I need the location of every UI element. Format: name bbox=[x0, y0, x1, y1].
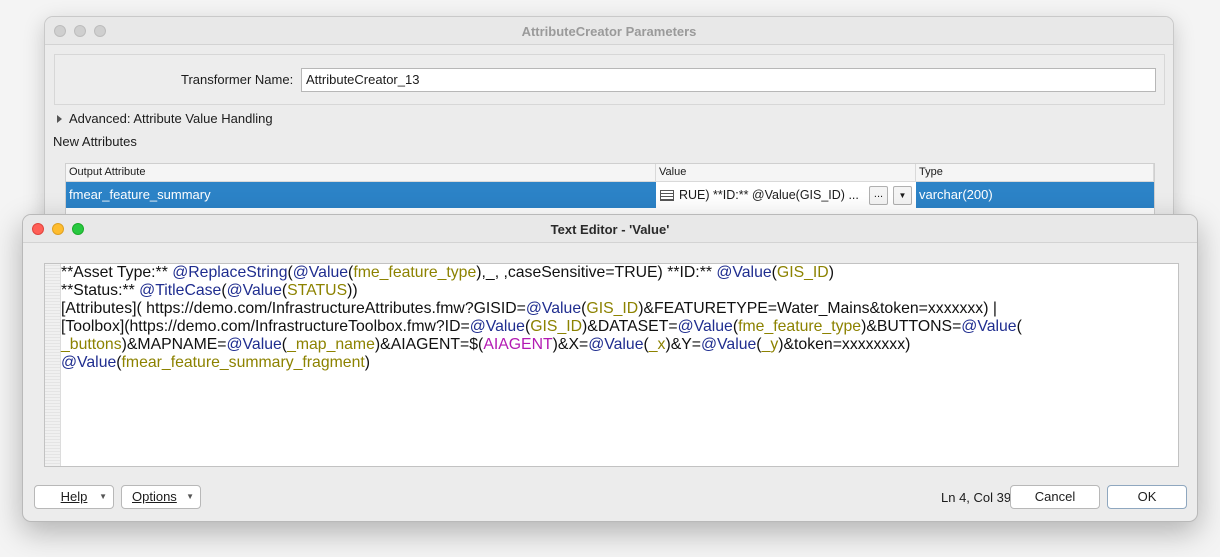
chevron-down-icon: ▼ bbox=[186, 492, 194, 501]
text-token: )&DATASET= bbox=[582, 318, 678, 335]
text-token: )&token=xxxxxxxx) bbox=[778, 336, 911, 353]
text-token: ( bbox=[1016, 318, 1022, 335]
value-dropdown-button[interactable]: ▼ bbox=[893, 185, 912, 205]
attribute-token: fme_feature_type bbox=[738, 318, 862, 335]
transformer-name-group: Transformer Name: AttributeCreator_13 bbox=[54, 54, 1165, 105]
code-line[interactable]: @Value(fmear_feature_summary_fragment) bbox=[61, 354, 1174, 372]
new-attributes-label: New Attributes bbox=[53, 134, 137, 149]
table-row[interactable]: fmear_feature_summary RUE) **ID:** @Valu… bbox=[66, 182, 1154, 208]
disclosure-triangle-icon bbox=[57, 114, 62, 123]
window-title: AttributeCreator Parameters bbox=[521, 24, 697, 39]
function-token: @Value bbox=[226, 282, 282, 299]
editor-title: Text Editor - 'Value' bbox=[550, 222, 670, 237]
header-output-attribute[interactable]: Output Attribute bbox=[66, 164, 656, 181]
function-token: @Value bbox=[61, 354, 117, 371]
function-token: @Value bbox=[469, 318, 525, 335]
editor-gutter bbox=[45, 264, 61, 466]
text-token: ),_, ,caseSensitive=TRUE) **ID:** bbox=[476, 264, 717, 281]
text-token: )&AIAGENT=$( bbox=[374, 336, 484, 353]
attribute-token: GIS_ID bbox=[530, 318, 583, 335]
attributecreator-parameters-window: AttributeCreator Parameters Transformer … bbox=[44, 16, 1174, 246]
table-header: Output Attribute Value Type bbox=[66, 164, 1154, 182]
attribute-token: fme_feature_type bbox=[353, 264, 477, 281]
attribute-token: STATUS bbox=[287, 282, 348, 299]
output-attribute-cell[interactable]: fmear_feature_summary bbox=[66, 182, 656, 208]
function-token: @Value bbox=[226, 336, 282, 353]
help-button[interactable]: Help ▼ bbox=[34, 485, 114, 509]
transformer-name-input[interactable]: AttributeCreator_13 bbox=[301, 68, 1156, 92]
editor-footer: Help ▼ Options ▼ Ln 4, Col 39 Cancel OK bbox=[23, 471, 1197, 521]
advanced-label: Advanced: Attribute Value Handling bbox=[69, 111, 273, 126]
attribute-token: GIS_ID bbox=[586, 300, 639, 317]
parameter-token: AIAGENT bbox=[483, 336, 553, 353]
code-line[interactable]: _buttons)&MAPNAME=@Value(_map_name)&AIAG… bbox=[61, 336, 1174, 354]
transformer-name-label: Transformer Name: bbox=[181, 72, 294, 87]
attribute-token: _map_name bbox=[287, 336, 375, 353]
attribute-token: _buttons bbox=[61, 336, 122, 353]
chevron-down-icon: ▼ bbox=[99, 492, 107, 501]
value-cell[interactable]: RUE) **ID:** @Value(GIS_ID) ... ... ▼ bbox=[656, 182, 916, 208]
advanced-section-toggle[interactable]: Advanced: Attribute Value Handling bbox=[57, 111, 273, 126]
code-editor[interactable]: **Asset Type:** @ReplaceString ( @Value(fm… bbox=[44, 263, 1179, 467]
function-token: @Value bbox=[701, 336, 757, 353]
attribute-token: GIS_ID bbox=[776, 264, 829, 281]
text-token: [Attributes]( https://demo.com/Infrastru… bbox=[61, 300, 526, 317]
code-line[interactable]: [Attributes]( https://demo.com/Infrastru… bbox=[61, 300, 1174, 318]
text-token: )) bbox=[347, 282, 358, 299]
text-token: **Asset Type:** bbox=[61, 264, 173, 281]
text-token: )&X= bbox=[552, 336, 589, 353]
function-token: @ReplaceString bbox=[172, 264, 288, 281]
code-line[interactable]: [Toolbox](https://demo.com/Infrastructur… bbox=[61, 318, 1174, 336]
function-token: @Value bbox=[525, 300, 582, 317]
code-text[interactable]: **Asset Type:** @ReplaceString ( @Value(fm… bbox=[61, 264, 1174, 372]
function-token: @Value bbox=[677, 318, 733, 335]
header-value[interactable]: Value bbox=[656, 164, 916, 181]
function-token: @TitleCase bbox=[139, 282, 222, 299]
cancel-button[interactable]: Cancel bbox=[1010, 485, 1100, 509]
value-cell-text: RUE) **ID:** @Value(GIS_ID) ... bbox=[679, 188, 859, 202]
function-token: @Value bbox=[716, 264, 772, 281]
code-line[interactable]: **Asset Type:** @ReplaceString(@Value(fm… bbox=[61, 264, 1174, 282]
function-token: @Value bbox=[588, 336, 644, 353]
text-token: )&Y= bbox=[665, 336, 702, 353]
attribute-token: _x bbox=[648, 336, 666, 353]
text-token: **Status:** bbox=[61, 282, 140, 299]
ellipsis-button[interactable]: ... bbox=[869, 185, 888, 205]
help-button-label: Help bbox=[60, 489, 88, 504]
text-editor-window: Text Editor - 'Value' **Asset Type:** @R… bbox=[22, 214, 1198, 522]
function-token: @Value bbox=[292, 264, 349, 281]
options-button-label: Options bbox=[132, 489, 177, 504]
ok-button[interactable]: OK bbox=[1107, 485, 1187, 509]
text-token: [Toolbox](https://demo.com/Infrastructur… bbox=[61, 318, 470, 335]
text-editor-icon[interactable] bbox=[660, 189, 674, 201]
editor-titlebar: Text Editor - 'Value' bbox=[23, 215, 1197, 243]
function-token: @Value bbox=[961, 318, 1017, 335]
attribute-token: fmear_feature_summary_fragment bbox=[121, 354, 365, 371]
header-type[interactable]: Type bbox=[916, 164, 1154, 181]
type-cell[interactable]: varchar(200) bbox=[916, 182, 1154, 208]
text-token: )&MAPNAME= bbox=[121, 336, 227, 353]
code-line[interactable]: **Status:** @TitleCase(@Value(STATUS)) bbox=[61, 282, 1174, 300]
options-button[interactable]: Options ▼ bbox=[121, 485, 201, 509]
cursor-position: Ln 4, Col 39 bbox=[941, 490, 1012, 505]
text-token: ) bbox=[364, 354, 371, 371]
text-token: ) bbox=[828, 264, 834, 281]
titlebar: AttributeCreator Parameters bbox=[45, 17, 1173, 45]
attribute-token: _y bbox=[761, 336, 779, 353]
text-token: )&FEATURETYPE=Water_Mains&token=xxxxxxx)… bbox=[638, 300, 997, 317]
text-token: )&BUTTONS= bbox=[861, 318, 962, 335]
